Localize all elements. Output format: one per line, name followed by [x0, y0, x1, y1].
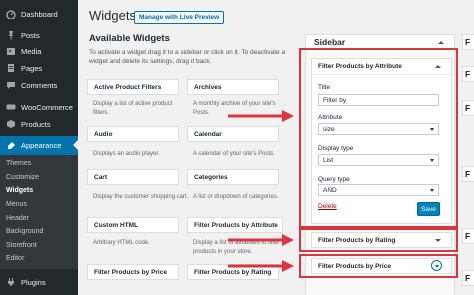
menu-label: Plugins: [21, 277, 46, 287]
menu-label: Appearance: [21, 141, 62, 150]
submenu-background[interactable]: Background: [6, 228, 43, 235]
menu-label: Pages: [21, 63, 43, 73]
appearance-submenu: Themes Customize Widgets Menus Header Ba…: [0, 155, 78, 269]
widget-tile[interactable]: Cart: [87, 169, 179, 185]
media-icon: [3, 45, 19, 57]
widget-tile[interactable]: Categories: [187, 169, 279, 185]
plugins-icon: [3, 276, 19, 288]
widget-tile[interactable]: Custom HTML: [87, 217, 179, 233]
menu-label: WooCommerce: [21, 102, 73, 112]
arrow-to-rating: [228, 234, 294, 246]
dashboard-icon: [3, 8, 19, 20]
page-title: Widgets: [89, 8, 136, 23]
menu-item-pages[interactable]: Pages: [0, 59, 78, 77]
menu-item-dashboard[interactable]: Dashboard: [0, 5, 78, 23]
menu-label: Dashboard: [21, 9, 58, 19]
widget-tile[interactable]: Active Product Filters: [87, 79, 179, 95]
highlight-box-price: [299, 254, 458, 278]
menu-item-woocommerce[interactable]: WooCommerce: [0, 98, 78, 116]
edge-sidebar-panel[interactable]: F: [462, 228, 474, 244]
widget-desc: Display a list of active product filters…: [93, 101, 173, 116]
manage-live-preview-button[interactable]: Manage with Live Preview: [134, 11, 225, 24]
edge-sidebar-panel[interactable]: F: [462, 34, 474, 50]
submenu-customize[interactable]: Customize: [6, 174, 39, 181]
highlight-box-rating: [299, 228, 458, 252]
comments-icon: [3, 79, 19, 91]
products-icon: [3, 118, 19, 130]
available-widgets-title: Available Widgets: [89, 33, 170, 44]
menu-item-products[interactable]: Products: [0, 115, 78, 133]
arrow-to-price: [228, 260, 294, 272]
arrow-to-attribute: [228, 110, 294, 122]
submenu-editor[interactable]: Editor: [6, 255, 24, 262]
menu-label: Products: [21, 119, 51, 129]
available-widgets-intro: To activate a widget drag it to a sideba…: [89, 49, 286, 65]
menu-item-comments[interactable]: Comments: [0, 76, 78, 94]
menu-item-appearance[interactable]: Appearance: [0, 136, 78, 155]
submenu-menus[interactable]: Menus: [6, 201, 27, 208]
submenu-header[interactable]: Header: [6, 215, 29, 222]
widget-tile[interactable]: Audio: [87, 126, 179, 142]
menu-item-media[interactable]: Media: [0, 42, 78, 60]
sidebar-title: Sidebar: [314, 37, 346, 47]
widget-desc: Displays an audio player.: [93, 151, 160, 157]
woocommerce-icon: [3, 101, 19, 113]
pages-icon: [3, 62, 19, 74]
widget-desc: A list or dropdown of categories.: [193, 194, 279, 200]
widget-desc: Display the customer shopping cart.: [93, 194, 189, 200]
menu-label: Comments: [21, 80, 58, 90]
edge-sidebar-panel[interactable]: F: [462, 66, 474, 82]
widget-desc: A calendar of your site's Posts.: [193, 151, 275, 157]
appearance-icon: [3, 140, 19, 152]
edge-sidebar-panel[interactable]: F: [462, 270, 474, 286]
widget-desc: Arbitrary HTML code.: [93, 240, 150, 246]
menu-label: Media: [21, 46, 42, 56]
submenu-themes[interactable]: Themes: [6, 160, 31, 167]
widget-tile[interactable]: Filter Products by Attribute: [187, 217, 283, 233]
widget-tile[interactable]: Filter Products by Price: [87, 264, 179, 280]
widget-tile[interactable]: Archives: [187, 79, 279, 95]
menu-label: Posts: [21, 30, 40, 40]
highlight-box-attribute: [299, 48, 458, 228]
pin-icon: [3, 29, 19, 41]
edge-sidebar-panel[interactable]: F: [462, 100, 474, 116]
menu-item-plugins[interactable]: Plugins: [0, 273, 78, 291]
widget-tile[interactable]: Calendar: [187, 126, 279, 142]
edge-sidebar-panel[interactable]: F: [462, 166, 474, 182]
collapse-arrow-icon[interactable]: [438, 41, 444, 44]
submenu-widgets[interactable]: Widgets: [6, 187, 33, 194]
admin-menu: Dashboard Posts Media Pages Comments Woo…: [0, 0, 78, 295]
submenu-storefront[interactable]: Storefront: [6, 242, 37, 249]
